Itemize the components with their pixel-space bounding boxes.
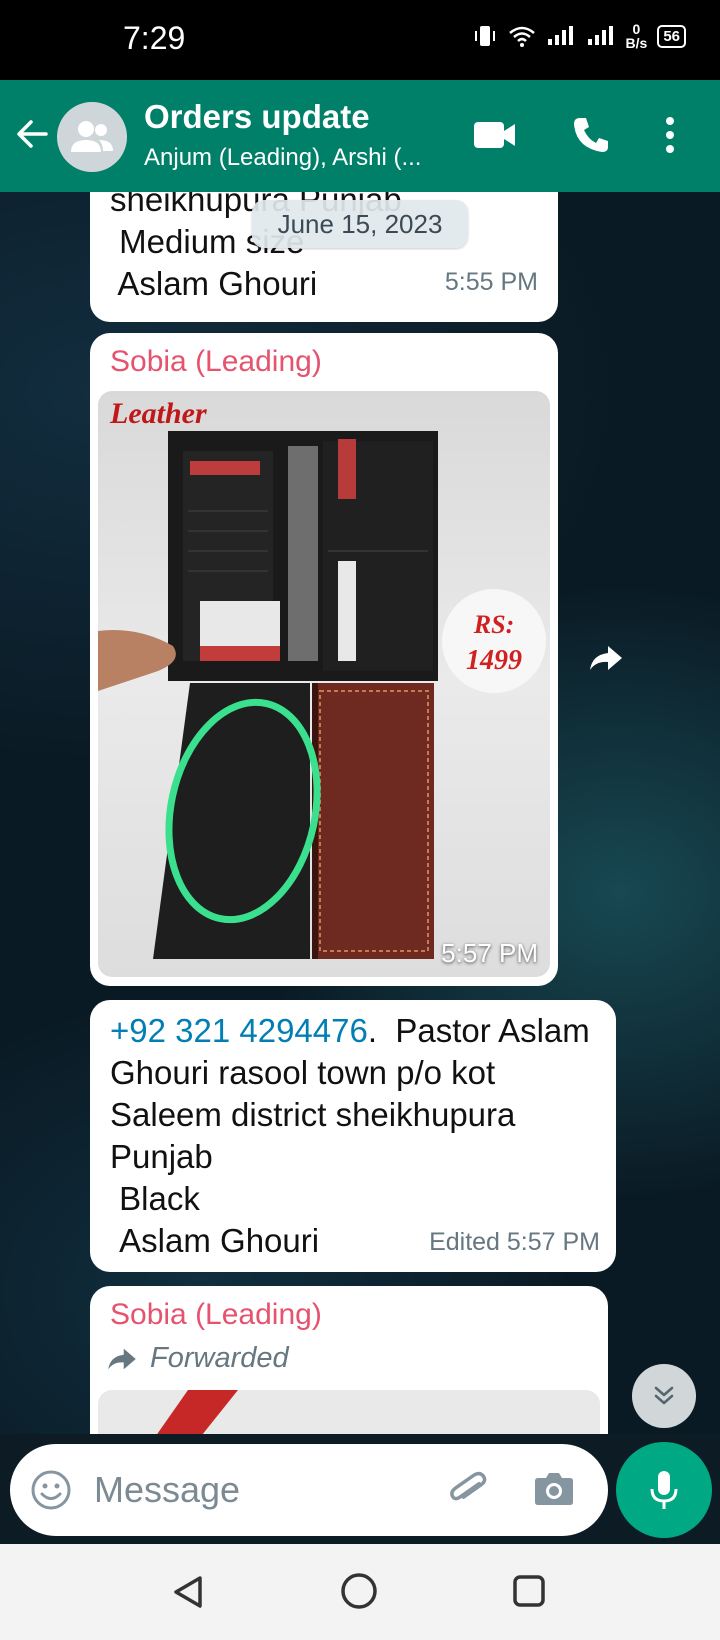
message-text: +92 321 4294476. Pastor Aslam Ghouri ras… <box>110 1010 600 1262</box>
image-message-bubble[interactable]: Sobia (Leading) RS: 1499 Leather 5:57 PM <box>90 333 558 986</box>
date-chip: June 15, 2023 <box>252 200 468 248</box>
back-arrow-icon[interactable] <box>14 116 50 152</box>
input-bar <box>0 1434 720 1544</box>
forward-share-icon[interactable] <box>588 644 624 672</box>
nav-recent-apps-icon[interactable] <box>512 1574 546 1608</box>
net-speed-unit: B/s <box>625 35 648 51</box>
net-speed-value: 0 <box>632 21 641 37</box>
status-bar: 7:29 0 B/s 56 <box>0 0 720 80</box>
battery-indicator: 56 <box>657 24 686 48</box>
attach-icon[interactable] <box>448 1468 490 1510</box>
microphone-icon <box>650 1471 678 1509</box>
forwarded-photo[interactable] <box>98 1390 600 1434</box>
status-icons: 0 B/s 56 <box>472 22 686 50</box>
double-chevron-down-icon <box>654 1386 674 1405</box>
chat-area[interactable]: sheikhupura Punjab Medium size Aslam Gho… <box>0 192 720 1434</box>
sender-name[interactable]: Sobia (Leading) <box>110 345 322 379</box>
system-navigation-bar <box>0 1544 720 1640</box>
voice-call-icon[interactable] <box>572 116 610 154</box>
message-input[interactable] <box>94 1462 394 1518</box>
group-icon <box>71 121 113 152</box>
more-options-icon[interactable] <box>664 116 676 154</box>
forwarded-message-bubble[interactable]: Sobia (Leading) Forwarded <box>90 1286 608 1434</box>
chat-header: Orders update Anjum (Leading), Arshi (..… <box>0 80 720 192</box>
phone-link[interactable]: +92 321 4294476 <box>110 1012 368 1049</box>
price-value: 1499 <box>466 645 522 676</box>
scroll-to-bottom-button[interactable] <box>632 1364 696 1428</box>
message-time: 5:57 PM <box>441 938 538 968</box>
forwarded-icon <box>108 1348 136 1369</box>
signal-2-icon <box>587 26 613 45</box>
message-composer <box>10 1444 608 1536</box>
net-speed: 0 B/s <box>626 22 648 50</box>
message-time: 5:55 PM <box>444 268 538 296</box>
camera-icon[interactable] <box>534 1470 574 1506</box>
message-time: Edited 5:57 PM <box>429 1228 600 1256</box>
message-body: . Pastor Aslam Ghouri rasool town p/o ko… <box>110 1012 590 1259</box>
chat-subtitle[interactable]: Anjum (Leading), Arshi (... <box>144 144 444 172</box>
voice-message-button[interactable] <box>616 1442 712 1538</box>
forwarded-text: Forwarded <box>150 1342 289 1374</box>
brand-text: Leather <box>109 397 207 430</box>
sender-name[interactable]: Sobia (Leading) <box>110 1298 322 1332</box>
wallet-image: RS: 1499 Leather <box>98 397 546 959</box>
group-avatar[interactable] <box>57 102 127 172</box>
video-call-icon[interactable] <box>474 120 516 150</box>
emoji-icon[interactable] <box>30 1469 72 1511</box>
nav-home-icon[interactable] <box>340 1572 378 1610</box>
chat-title[interactable]: Orders update <box>144 98 370 136</box>
wifi-icon <box>508 26 535 47</box>
vibrate-icon <box>474 26 495 46</box>
wallet-photo[interactable]: RS: 1499 Leather 5:57 PM <box>98 391 550 977</box>
signal-icon <box>547 26 573 45</box>
message-bubble[interactable]: +92 321 4294476. Pastor Aslam Ghouri ras… <box>90 1000 616 1272</box>
forwarded-photo-preview <box>157 1390 238 1434</box>
price-label: RS: <box>473 610 514 639</box>
forwarded-label: Forwarded <box>106 1342 289 1375</box>
status-time: 7:29 <box>123 20 186 56</box>
nav-back-icon[interactable] <box>170 1574 206 1610</box>
